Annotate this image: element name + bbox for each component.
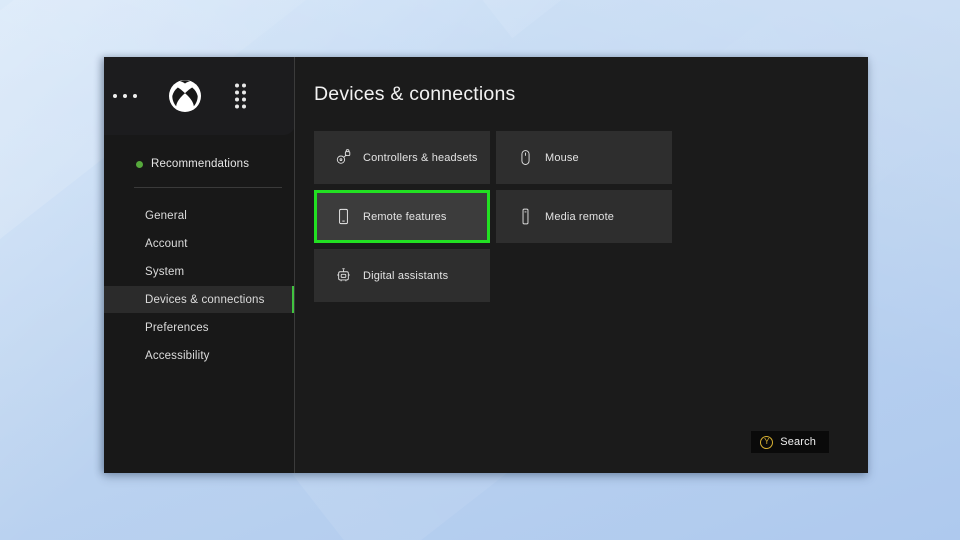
y-button-icon: Y <box>760 435 774 449</box>
xbox-settings-window: Recommendations General Account System D… <box>104 57 868 473</box>
sidebar-item-system[interactable]: System <box>104 258 295 285</box>
tile-digital-assistants[interactable]: Digital assistants <box>314 249 490 302</box>
sidebar-nav-list: General Account System Devices & connect… <box>104 202 295 369</box>
remote-control-icon <box>516 207 534 227</box>
phone-icon <box>334 207 352 227</box>
sidebar-item-accessibility[interactable]: Accessibility <box>104 342 295 369</box>
controller-headset-icon <box>334 148 352 168</box>
mouse-icon <box>516 148 534 168</box>
sidebar-item-label: Accessibility <box>145 349 210 362</box>
device-tile-grid: Controllers & headsets Mouse Remote feat… <box>314 131 672 302</box>
content-area: Devices & connections Controllers & head… <box>295 57 868 473</box>
grid-apps-icon[interactable] <box>235 83 246 109</box>
robot-assistant-icon <box>334 266 352 286</box>
sidebar-item-general[interactable]: General <box>104 202 295 229</box>
sidebar-item-label: Account <box>145 237 188 250</box>
tile-label: Controllers & headsets <box>363 151 478 164</box>
sidebar-item-recommendations[interactable]: Recommendations <box>104 149 295 179</box>
sidebar-item-account[interactable]: Account <box>104 230 295 257</box>
sidebar-item-label: General <box>145 209 187 222</box>
tile-placeholder <box>496 249 672 302</box>
tile-media-remote[interactable]: Media remote <box>496 190 672 243</box>
sidebar-divider <box>134 187 282 188</box>
tile-label: Digital assistants <box>363 269 449 282</box>
tile-label: Media remote <box>545 210 615 223</box>
recommendations-status-dot <box>136 160 143 168</box>
sidebar-item-label: Preferences <box>145 321 209 334</box>
search-button[interactable]: Y Search <box>751 431 829 453</box>
tile-label: Remote features <box>363 210 447 223</box>
search-button-label: Search <box>780 436 816 448</box>
tile-remote-features[interactable]: Remote features <box>314 190 490 243</box>
sidebar: Recommendations General Account System D… <box>104 57 295 473</box>
sidebar-item-label: Devices & connections <box>145 293 265 306</box>
page-title: Devices & connections <box>314 83 516 105</box>
xbox-logo-icon[interactable] <box>168 79 202 113</box>
tile-controllers-and-headsets[interactable]: Controllers & headsets <box>314 131 490 184</box>
tile-label: Mouse <box>545 151 579 164</box>
menu-dots-icon[interactable] <box>113 94 137 98</box>
sidebar-header <box>104 57 295 135</box>
tile-mouse[interactable]: Mouse <box>496 131 672 184</box>
sidebar-item-preferences[interactable]: Preferences <box>104 314 295 341</box>
sidebar-item-label: System <box>145 265 185 278</box>
sidebar-item-devices-and-connections[interactable]: Devices & connections <box>104 286 295 313</box>
recommendations-label: Recommendations <box>151 158 250 170</box>
